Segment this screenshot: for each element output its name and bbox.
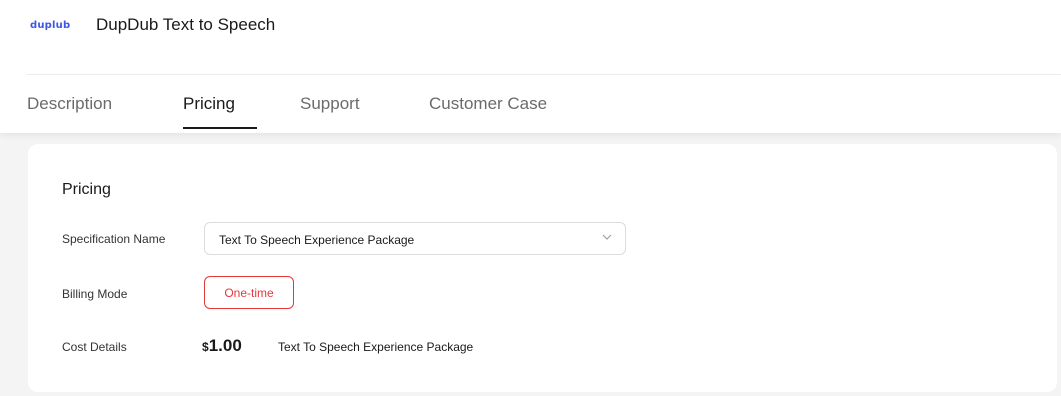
price-currency: $ (202, 340, 209, 354)
tab-bar: Description Pricing Support Customer Cas… (0, 75, 1061, 133)
app-title: DupDub Text to Speech (96, 15, 276, 34)
specification-name-label: Specification Name (62, 232, 166, 246)
specification-select-value: Text To Speech Experience Package (219, 233, 415, 247)
tab-pricing[interactable]: Pricing (183, 94, 235, 114)
specification-select[interactable]: Text To Speech Experience Package (204, 222, 626, 255)
active-tab-indicator (183, 127, 257, 129)
price-amount: 1.00 (208, 336, 242, 355)
tab-support[interactable]: Support (300, 94, 360, 114)
tab-description[interactable]: Description (27, 94, 112, 114)
app-header: duplub DupDub Text to Speech (0, 0, 1061, 74)
cost-details-label: Cost Details (62, 340, 127, 354)
billing-mode-one-time-button[interactable]: One-time (204, 276, 294, 309)
pricing-card (28, 144, 1057, 392)
cost-description: Text To Speech Experience Package (278, 340, 474, 354)
chevron-down-icon (602, 234, 612, 240)
tab-customer-case[interactable]: Customer Case (429, 94, 547, 114)
dupdub-logo[interactable]: duplub (30, 20, 70, 31)
billing-mode-label: Billing Mode (62, 287, 128, 301)
cost-price: $1.00 (202, 336, 242, 356)
pricing-title: Pricing (62, 181, 111, 198)
